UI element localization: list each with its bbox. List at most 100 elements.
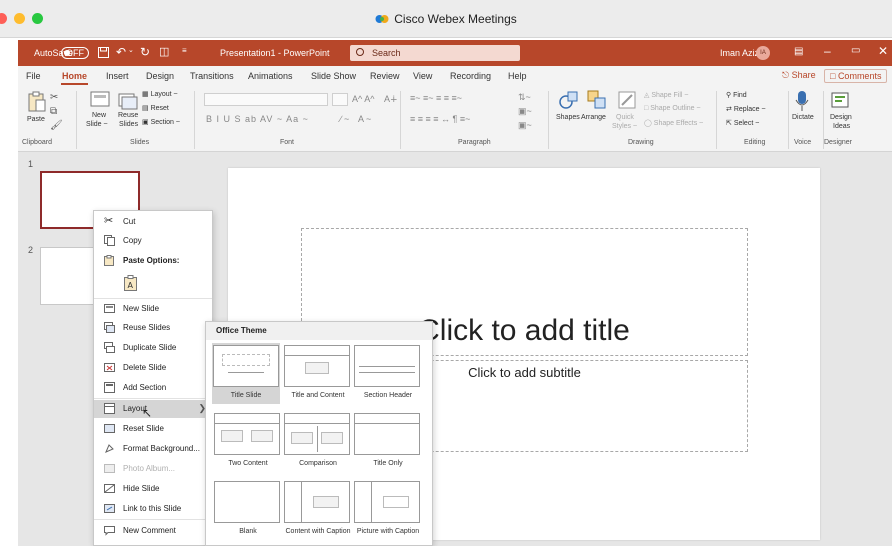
menu-item-cut[interactable]: ✂ Cut [94, 213, 212, 231]
menu-item-add-section[interactable]: Add Section [94, 379, 212, 397]
design-ideas-label-2[interactable]: Ideas [833, 123, 850, 130]
present-icon[interactable]: ◫ [159, 45, 169, 58]
layout-option-title-and-content[interactable]: Title and Content [284, 345, 352, 400]
dictate-label[interactable]: Dictate [792, 114, 814, 121]
shape-outline-button[interactable]: □ Shape Outline ~ [644, 105, 701, 112]
menu-item-link-to-slide[interactable]: Link to this Slide [94, 500, 212, 518]
font-name-box[interactable] [204, 93, 328, 106]
design-ideas-icon[interactable] [830, 90, 850, 110]
new-slide-label[interactable]: New [92, 112, 106, 119]
menu-item-hide-slide[interactable]: Hide Slide [94, 480, 212, 498]
cut-icon[interactable]: ✂ [50, 92, 58, 103]
menu-item-duplicate-slide[interactable]: Duplicate Slide [94, 339, 212, 357]
layout-option-section-header[interactable]: Section Header [354, 345, 422, 400]
tab-help[interactable]: Help [508, 71, 527, 81]
shape-fill-button[interactable]: ◬ Shape Fill ~ [644, 91, 689, 99]
save-icon[interactable] [98, 47, 109, 58]
copy-icon[interactable]: ⧉ [50, 106, 57, 117]
quick-styles-label[interactable]: Quick [616, 114, 634, 121]
new-slide-label-2[interactable]: Slide ~ [86, 121, 108, 128]
avatar[interactable]: IA [756, 46, 770, 60]
undo-dropdown-icon[interactable]: ⌄ [128, 46, 134, 54]
tab-file[interactable]: File [26, 71, 41, 81]
menu-item-new-slide[interactable]: New Slide [94, 300, 212, 318]
search-icon [356, 48, 364, 56]
shapes-icon[interactable] [559, 90, 579, 110]
search-box[interactable]: Search [350, 45, 520, 61]
reset-button[interactable]: ▤ Reset [142, 104, 169, 112]
shapes-label[interactable]: Shapes [556, 114, 580, 121]
ribbon-display-icon[interactable]: ▤ [794, 46, 803, 57]
slide-number: 1 [28, 159, 34, 169]
menu-item-layout[interactable]: Layout ❯ ↖ [94, 400, 212, 420]
layout-option-title-only[interactable]: Title Only [354, 413, 422, 468]
reuse-label[interactable]: Reuse [118, 112, 138, 119]
font-format-buttons[interactable]: B I U S ab AV ~ Aa ~ [206, 114, 309, 124]
quick-styles-label-2[interactable]: Styles ~ [612, 123, 637, 130]
close-icon[interactable]: ✕ [878, 44, 888, 58]
tab-animations[interactable]: Animations [248, 71, 293, 81]
arrange-label[interactable]: Arrange [581, 114, 606, 121]
layout-option-blank[interactable]: Blank [214, 481, 282, 536]
undo-icon[interactable]: ↶ [116, 45, 126, 59]
section-button[interactable]: ▣ Section ~ [142, 118, 180, 126]
smartart-icon[interactable]: ▣~ [518, 120, 532, 131]
tab-view[interactable]: View [413, 71, 432, 81]
bullets-icon[interactable]: ≡~ ≡~ ≡ ≡ ≡~ [410, 93, 462, 103]
layout-option-title-slide[interactable]: Title Slide [212, 343, 280, 404]
tab-design[interactable]: Design [146, 71, 174, 81]
layout-option-two-content[interactable]: Two Content [214, 413, 282, 468]
tab-review[interactable]: Review [370, 71, 400, 81]
autosave-toggle[interactable]: OFF [61, 47, 89, 59]
reuse-slides-icon[interactable] [118, 91, 138, 111]
find-button[interactable]: ⚲ Find [726, 91, 747, 99]
share-button[interactable]: ⎋ Share [778, 70, 820, 83]
layout-option-comparison[interactable]: Comparison [284, 413, 352, 468]
tab-slide-show[interactable]: Slide Show [311, 71, 356, 81]
paste-icon[interactable] [28, 91, 46, 113]
tab-recording[interactable]: Recording [450, 71, 491, 81]
tab-insert[interactable]: Insert [106, 71, 129, 81]
shape-effects-button[interactable]: ◯ Shape Effects ~ [644, 119, 703, 127]
customize-toolbar-icon[interactable]: ≡ [182, 46, 187, 55]
font-size-box[interactable] [332, 93, 348, 106]
menu-item-copy[interactable]: Copy [94, 232, 212, 250]
menu-item-reuse-slides[interactable]: Reuse Slides [94, 319, 212, 337]
highlight-icon[interactable]: ∕ ~ [340, 114, 349, 124]
menu-item-format-background[interactable]: Format Background... [94, 440, 212, 458]
comments-button[interactable]: □ Comments [824, 69, 888, 83]
menu-divider [94, 398, 212, 399]
select-button[interactable]: ⇱ Select ~ [726, 119, 759, 127]
tab-transitions[interactable]: Transitions [190, 71, 234, 81]
align-text-icon[interactable]: ▣~ [518, 106, 532, 117]
arrange-icon[interactable] [587, 90, 607, 110]
layout-option-content-with-caption[interactable]: Content with Caption [284, 481, 352, 536]
font-color-icon[interactable]: A ~ [358, 114, 371, 124]
layout-option-picture-with-caption[interactable]: Picture with Caption [354, 481, 422, 536]
tab-home[interactable]: Home [60, 71, 89, 85]
layout-button[interactable]: ▦ Layout ~ [142, 90, 178, 98]
grow-font-button[interactable]: A^ A^ [352, 94, 374, 104]
paste-option-keep-text[interactable]: A [94, 273, 212, 295]
microphone-icon[interactable] [794, 90, 810, 112]
design-ideas-label[interactable]: Design [830, 114, 852, 121]
clear-formatting-icon[interactable]: A∔ [384, 94, 398, 105]
replace-button[interactable]: ⇄ Replace ~ [726, 105, 766, 113]
reuse-label-2[interactable]: Slides [119, 121, 138, 128]
menu-item-photo-album: Photo Album... [94, 460, 212, 478]
align-icons[interactable]: ≡ ≡ ≡ ≡ ↔ ¶ ≡~ [410, 114, 470, 124]
menu-item-new-comment[interactable]: New Comment [94, 522, 212, 540]
menu-item-paste-options: Paste Options: [94, 252, 212, 270]
restore-icon[interactable]: ▭ [851, 45, 860, 56]
ribbon: Paste ✂ ⧉ 🖌 Clipboard New Slide ~ Reuse … [18, 86, 892, 152]
paste-label[interactable]: Paste [27, 116, 45, 123]
redo-icon[interactable]: ↻ [140, 45, 150, 59]
quick-styles-icon[interactable] [617, 90, 637, 110]
text-direction-icon[interactable]: ⇅~ [518, 92, 531, 103]
format-painter-icon[interactable]: 🖌 [50, 120, 63, 131]
menu-item-delete-slide[interactable]: Delete Slide [94, 359, 212, 377]
menu-item-reset-slide[interactable]: Reset Slide [94, 420, 212, 438]
layout-thumbnail [284, 345, 350, 387]
minimize-icon[interactable]: – [824, 44, 831, 58]
new-slide-icon[interactable] [90, 91, 110, 111]
